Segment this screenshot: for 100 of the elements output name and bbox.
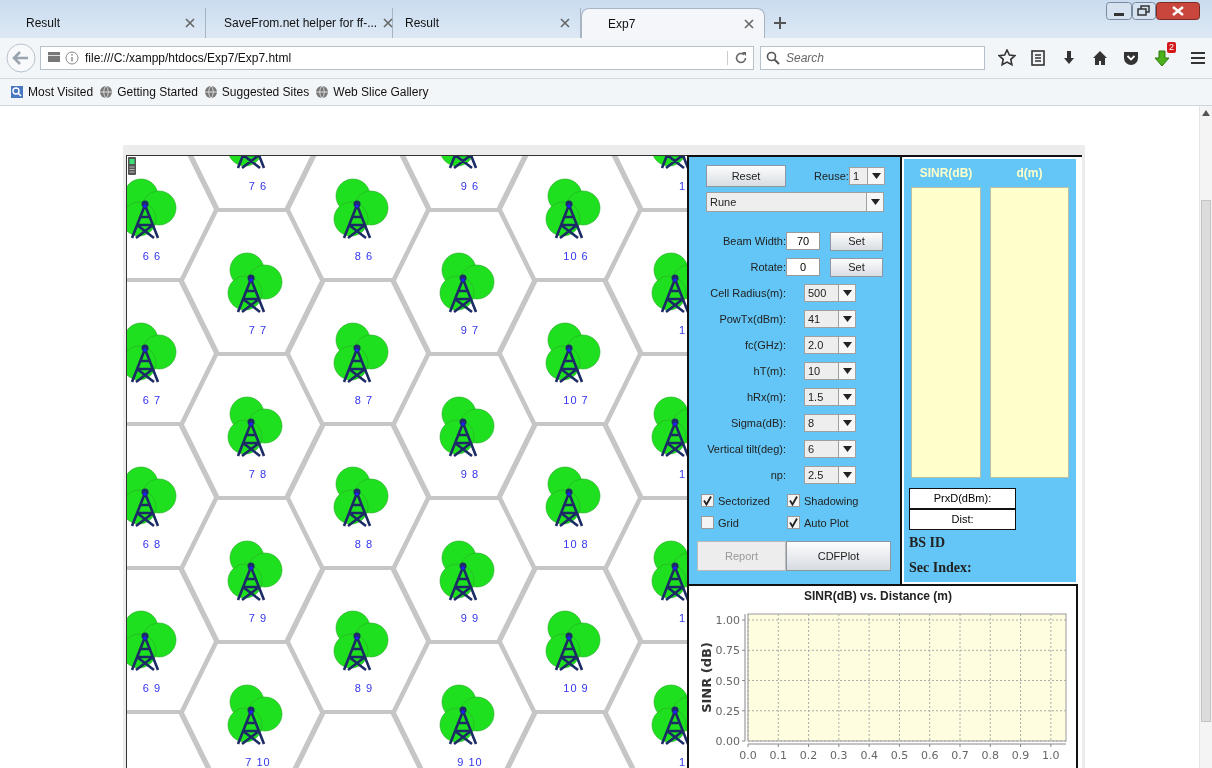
bs-id-label: BS ID: [909, 535, 947, 551]
cell-label: 10 6: [563, 250, 589, 262]
plus-icon[interactable]: [773, 16, 787, 30]
cell-label: 6 9: [142, 682, 162, 694]
checkbox-option[interactable]: Auto Plot: [787, 516, 877, 529]
value-dropdown[interactable]: 2.5: [804, 466, 856, 484]
value-dropdown[interactable]: 2.0: [804, 336, 856, 354]
home-icon[interactable]: [1091, 49, 1109, 67]
cell-tower-icon: [227, 684, 283, 746]
cell-label: 7 8: [248, 468, 268, 480]
bookmark-link[interactable]: Most Visited: [10, 85, 94, 99]
checkbox-option[interactable]: Sectorized: [701, 494, 787, 507]
dropdown-arrow-icon[interactable]: [870, 199, 880, 205]
star-icon[interactable]: [998, 49, 1016, 67]
close-icon[interactable]: [383, 18, 394, 28]
dropdown-arrow-icon[interactable]: [842, 446, 852, 452]
dropdown-arrow-icon[interactable]: [842, 290, 852, 296]
field-label: Rotate:: [749, 261, 786, 273]
scheme-dropdown[interactable]: Rune: [706, 192, 884, 212]
reset-button[interactable]: Reset: [706, 165, 786, 187]
restore-icon[interactable]: [1132, 2, 1156, 20]
up-arrow-icon[interactable]: [1202, 110, 1210, 116]
checkbox[interactable]: [787, 516, 800, 529]
download-arrow-icon[interactable]: [1153, 49, 1171, 67]
cell-tower-icon: [127, 466, 177, 528]
checkbox[interactable]: [701, 516, 714, 529]
sec-index-label: Sec Index:: [909, 560, 973, 576]
cell-tower-icon: [545, 322, 601, 384]
clipboard-icon[interactable]: [1029, 49, 1047, 67]
action-button[interactable]: CDFPlot: [786, 541, 891, 571]
field-label: np:: [769, 469, 786, 481]
cell-label: 10 9: [563, 682, 589, 694]
x-tick-label: 1.0: [1042, 749, 1060, 762]
scrollbar[interactable]: [1199, 106, 1212, 768]
cell-tower-icon: [439, 684, 495, 746]
close-icon[interactable]: [560, 18, 570, 28]
dropdown-arrow-icon[interactable]: [842, 420, 852, 426]
cell-tower-icon: [227, 540, 283, 602]
set-button[interactable]: Set: [830, 231, 883, 251]
value-dropdown[interactable]: 8: [804, 414, 856, 432]
checkbox-option[interactable]: Grid: [701, 516, 787, 529]
bookmark-link[interactable]: Getting Started: [99, 85, 198, 99]
checkbox[interactable]: [701, 494, 714, 507]
x-tick-label: 0.2: [799, 749, 818, 762]
phone-icon: [128, 157, 136, 175]
y-tick-label: 0.75: [715, 644, 740, 658]
bookmark-link[interactable]: Web Slice Gallery: [315, 85, 429, 99]
value-dropdown[interactable]: 500: [804, 284, 856, 302]
cell-tower-icon: [127, 322, 177, 384]
cell-label: 1: [679, 324, 687, 336]
value-dropdown[interactable]: 6: [804, 440, 856, 458]
notification-badge: 2: [1167, 42, 1176, 53]
field-label: fc(GHz):: [744, 339, 786, 351]
set-button[interactable]: Set: [830, 257, 883, 277]
cell-tower-icon: [227, 156, 266, 170]
dropdown-arrow-icon[interactable]: [842, 472, 852, 478]
close-icon[interactable]: [185, 18, 195, 28]
field-label: PowTx(dBm):: [718, 313, 786, 325]
cell-tower-icon: [333, 466, 389, 528]
close-icon[interactable]: [744, 18, 754, 29]
bookmark-link[interactable]: Suggested Sites: [203, 85, 310, 99]
cell-tower-icon: [439, 252, 495, 314]
search-field[interactable]: Search: [760, 46, 985, 70]
reuse-dropdown[interactable]: 1: [849, 167, 885, 185]
dropdown-arrow-icon[interactable]: [871, 173, 881, 179]
x-tick-label: 0.5: [890, 749, 909, 762]
value-dropdown[interactable]: 10: [804, 362, 856, 380]
close-icon[interactable]: [1156, 2, 1200, 20]
cell-label: 10 7: [563, 394, 589, 406]
checkbox-option[interactable]: Shadowing: [787, 494, 877, 507]
value-dropdown[interactable]: 1.5: [804, 388, 856, 406]
cell-tower-icon: [333, 610, 389, 672]
number-input[interactable]: 70: [786, 232, 820, 250]
tab-title: Exp7: [608, 16, 637, 31]
readout-field: Dist:: [909, 509, 1016, 530]
cell-label: 8 9: [354, 682, 374, 694]
dropdown-arrow-icon[interactable]: [842, 316, 852, 322]
browser-tab[interactable]: Exp7: [581, 8, 765, 38]
cell-tower-icon: [227, 252, 283, 314]
cell-label: 6 6: [142, 250, 162, 262]
dropdown-arrow-icon[interactable]: [842, 394, 852, 400]
value-dropdown[interactable]: 41: [804, 310, 856, 328]
address-bar[interactable]: file:///C:/xampp/htdocs/Exp7/Exp7.html: [40, 46, 754, 70]
x-tick-label: 0.8: [981, 749, 1000, 762]
tab-title: SaveFrom.net helper for ff-...: [224, 16, 378, 30]
dropdown-arrow-icon[interactable]: [842, 342, 852, 348]
cell-tower-icon: [439, 540, 495, 602]
x-tick-label: 0.1: [769, 749, 788, 762]
number-input[interactable]: 0: [786, 258, 820, 276]
cell-label: 7 6: [248, 180, 268, 192]
pocket-icon[interactable]: [1122, 49, 1140, 67]
reload-icon[interactable]: [727, 51, 748, 65]
minimize-icon[interactable]: [1106, 2, 1132, 20]
dropdown-arrow-icon[interactable]: [842, 368, 852, 374]
cell-tower-icon: [227, 396, 283, 458]
scroll-thumb[interactable]: [1201, 200, 1211, 722]
chart-title: SINR(dB) vs. Distance (m): [804, 589, 952, 603]
cell-tower-icon: [127, 178, 177, 240]
checkbox[interactable]: [787, 494, 800, 507]
menu-icon[interactable]: [1189, 49, 1207, 67]
